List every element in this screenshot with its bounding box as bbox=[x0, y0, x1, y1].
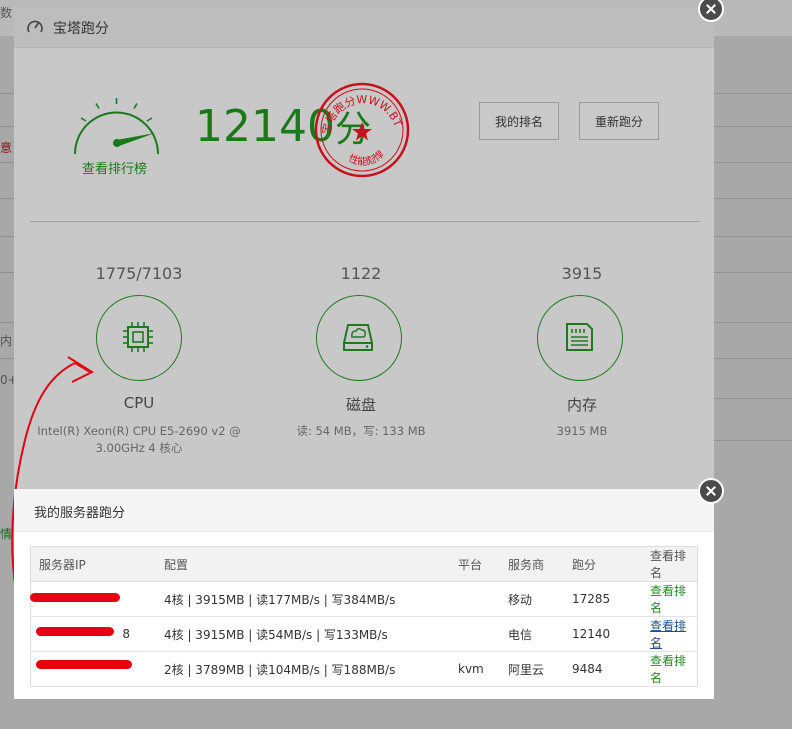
cpu-score: 1775/7103 bbox=[95, 264, 183, 283]
benchmark-modal: 宝塔跑分 查看排行榜 12140分 宝塔跑分WWW.BT.CN 性能彪悍 我的排… bbox=[14, 7, 714, 507]
cpu-metric: 1775/7103 bbox=[29, 264, 249, 283]
score-cell: 12140 bbox=[564, 616, 642, 652]
platform-cell bbox=[450, 616, 500, 652]
ranking-modal-close-icon[interactable] bbox=[698, 478, 724, 504]
background-row-line bbox=[714, 198, 792, 199]
table-row: 8 4核 | 3915MB | 读54MB/s | 写133MB/s 电信 12… bbox=[30, 616, 698, 652]
disk-description: 读: 54 MB，写: 133 MB bbox=[296, 424, 426, 438]
table-row: 4核 | 3915MB | 读177MB/s | 写384MB/s 移动 172… bbox=[30, 581, 698, 617]
background-row-line bbox=[714, 358, 792, 359]
memory-label: 内存 bbox=[566, 396, 597, 414]
hard-disk-icon bbox=[343, 324, 373, 351]
background-row-line bbox=[714, 162, 792, 163]
background-row-line bbox=[0, 126, 14, 127]
background-row-line bbox=[714, 236, 792, 237]
column-header-rank: 查看排名 bbox=[642, 546, 698, 582]
stamp-seal: 宝塔跑分WWW.BT.CN 性能彪悍 bbox=[312, 80, 410, 178]
cpu-description: Intel(R) Xeon(R) CPU E5-2690 v2 @ 3.00GH… bbox=[37, 424, 241, 455]
view-rank-link[interactable]: 查看排名 bbox=[642, 616, 698, 652]
cpu-label: CPU bbox=[123, 394, 155, 412]
platform-cell bbox=[450, 581, 500, 617]
column-header-provider: 服务商 bbox=[500, 546, 564, 582]
svg-text:宝塔跑分WWW.BT.CN: 宝塔跑分WWW.BT.CN bbox=[312, 80, 404, 136]
disk-icon-circle bbox=[316, 295, 402, 381]
score-cell: 17285 bbox=[564, 581, 642, 617]
background-row-line bbox=[714, 272, 792, 273]
background-row-line bbox=[0, 322, 14, 323]
score-cell: 9484 bbox=[564, 651, 642, 687]
background-text: 意 bbox=[0, 141, 13, 155]
background-row-line bbox=[0, 272, 14, 273]
background-row-line bbox=[714, 322, 792, 323]
redaction-mark bbox=[36, 627, 114, 636]
config-cell: 4核 | 3915MB | 读54MB/s | 写133MB/s bbox=[156, 616, 450, 652]
config-cell: 2核 | 3789MB | 读104MB/s | 写188MB/s bbox=[156, 651, 450, 687]
background-row-line bbox=[0, 93, 14, 94]
redaction-mark bbox=[36, 660, 132, 669]
background-row-line bbox=[0, 198, 14, 199]
redaction-mark bbox=[30, 593, 120, 602]
config-cell: 4核 | 3915MB | 读177MB/s | 写384MB/s bbox=[156, 581, 450, 617]
background-row-line bbox=[0, 358, 14, 359]
speedometer-icon bbox=[27, 20, 43, 33]
rerun-benchmark-button[interactable]: 重新跑分 bbox=[579, 102, 659, 140]
section-divider bbox=[30, 221, 700, 222]
column-header-ip: 服务器IP bbox=[30, 546, 156, 582]
background-row-line bbox=[714, 398, 792, 399]
background-text: 情 bbox=[0, 527, 13, 541]
memory-description: 3915 MB bbox=[556, 424, 608, 438]
disk-score: 1122 bbox=[340, 264, 382, 283]
platform-cell: kvm bbox=[450, 651, 500, 687]
column-header-score: 跑分 bbox=[564, 546, 642, 582]
background-text: 内 bbox=[0, 334, 13, 348]
server-ip-cell bbox=[30, 651, 156, 687]
benchmark-modal-title: 宝塔跑分 bbox=[53, 21, 109, 37]
table-header-row: 服务器IP 配置 平台 服务商 跑分 查看排名 bbox=[30, 546, 698, 582]
cpu-icon-circle bbox=[96, 295, 182, 381]
ranking-modal-title: 我的服务器跑分 bbox=[34, 506, 126, 521]
ranking-modal-header: 我的服务器跑分 bbox=[14, 489, 714, 532]
background-row-line bbox=[714, 126, 792, 127]
cpu-icon bbox=[123, 322, 153, 352]
table-row: 2核 | 3789MB | 读104MB/s | 写188MB/s kvm 阿里… bbox=[30, 651, 698, 687]
memory-icon bbox=[566, 323, 593, 351]
ranking-modal: 我的服务器跑分 服务器IP 配置 平台 服务商 跑分 查看排名 4核 | 391… bbox=[14, 489, 714, 699]
memory-metric: 3915 bbox=[472, 264, 692, 283]
column-header-platform: 平台 bbox=[450, 546, 500, 582]
background-row-line bbox=[0, 236, 14, 237]
provider-cell: 阿里云 bbox=[500, 651, 564, 687]
background-row-line bbox=[714, 440, 792, 441]
my-rank-button[interactable]: 我的排名 bbox=[479, 102, 559, 140]
view-leaderboard-link[interactable]: 查看排行榜 bbox=[82, 158, 147, 177]
column-header-config: 配置 bbox=[156, 546, 450, 582]
memory-icon-circle bbox=[537, 295, 623, 381]
disk-label: 磁盘 bbox=[345, 396, 376, 414]
disk-metric: 1122 bbox=[251, 264, 471, 283]
view-rank-link[interactable]: 查看排名 bbox=[642, 581, 698, 617]
gauge-icon bbox=[74, 98, 159, 155]
background-row-line bbox=[0, 162, 14, 163]
provider-cell: 移动 bbox=[500, 581, 564, 617]
svg-text:性能彪悍: 性能彪悍 bbox=[347, 148, 387, 168]
provider-cell: 电信 bbox=[500, 616, 564, 652]
background-text: 数 bbox=[0, 6, 13, 20]
background-row-line bbox=[714, 93, 792, 94]
benchmark-modal-header: 宝塔跑分 bbox=[14, 7, 714, 48]
view-rank-link[interactable]: 查看排名 bbox=[642, 651, 698, 687]
memory-score: 3915 bbox=[561, 264, 603, 283]
